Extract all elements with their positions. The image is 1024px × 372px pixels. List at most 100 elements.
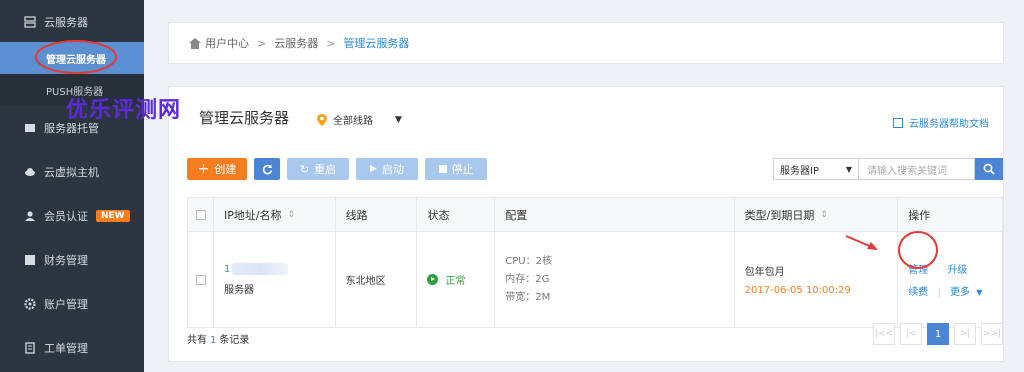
sidebar: 云服务器 管理云服务器 PUSH服务器 服务器托管 云虚拟主机 会员认证 NEW… [0, 0, 144, 372]
breadcrumb-home[interactable]: 用户中心 [205, 35, 249, 51]
header-expire[interactable]: 类型/到期日期 ⇕ [735, 198, 899, 231]
memory-spec: 内存：2G [505, 273, 550, 285]
sort-icon[interactable]: ⇕ [288, 210, 296, 220]
row-select-cell [188, 232, 214, 327]
pagination: |<< |< 1 >| >>| [873, 323, 1003, 345]
sidebar-item-cloud-server[interactable]: 云服务器 [0, 0, 144, 44]
sidebar-item-tickets[interactable]: 工单管理 [0, 326, 144, 370]
sidebar-item-finance[interactable]: 财务管理 [0, 238, 144, 282]
stop-label: 停止 [451, 163, 474, 176]
restart-label: 重启 [314, 163, 337, 176]
start-button[interactable]: ▶ 启动 [356, 158, 418, 180]
start-label: 启动 [381, 163, 404, 176]
stop-icon [438, 165, 447, 173]
create-label: 创建 [214, 163, 237, 176]
region-label: 全部线路 [333, 116, 373, 127]
user-icon [25, 211, 35, 221]
plus-icon: + [197, 161, 210, 177]
status-badge: 正常 [427, 272, 465, 287]
manage-link[interactable]: 管理 [908, 265, 928, 276]
running-icon [427, 274, 439, 285]
breadcrumb-current: 管理云服务器 [343, 37, 410, 50]
search-bar: 服务器IP ▼ 请输入搜索关键词 [773, 158, 1003, 180]
refresh-button[interactable] [254, 158, 280, 180]
line-value: 东北地区 [345, 276, 386, 287]
search-icon [983, 163, 995, 175]
server-list-panel: 管理云服务器 全部线路 ▼ 云服务器帮助文档 + 创建 ↻ 重启 ▶ 启动 停止 [168, 86, 1004, 362]
breadcrumb-separator: > [326, 36, 336, 50]
breadcrumb-separator: > [257, 36, 267, 50]
play-icon: ▶ [370, 164, 377, 174]
first-page-button[interactable]: |<< [873, 323, 895, 345]
sidebar-item-account[interactable]: 账户管理 [0, 282, 144, 326]
sidebar-item-label: 财务管理 [44, 254, 88, 267]
record-count-suffix: 条记录 [219, 335, 250, 346]
stop-button[interactable]: 停止 [425, 158, 487, 180]
status-cell: 正常 [417, 232, 496, 327]
server-table: IP地址/名称 ⇕ 线路 状态 配置 类型/到期日期 ⇕ 操作 1 服务器 东北地区… [187, 197, 1003, 328]
location-pin-icon [317, 113, 327, 126]
cloud-icon [25, 168, 35, 176]
search-input[interactable]: 请输入搜索关键词 [859, 158, 975, 180]
ip-name-cell: 1 服务器 [214, 232, 336, 327]
prev-page-button[interactable]: |< [900, 323, 922, 345]
sidebar-item-label: 会员认证 [44, 210, 88, 223]
wallet-icon [25, 255, 35, 265]
select-all-checkbox[interactable] [196, 209, 206, 220]
config-cell: CPU：2核 内存：2G 带宽：2M [495, 232, 735, 327]
header-label: 操作 [908, 208, 931, 222]
create-button[interactable]: + 创建 [187, 158, 247, 180]
sidebar-item-member-verify[interactable]: 会员认证 NEW [0, 194, 144, 238]
restart-button[interactable]: ↻ 重启 [287, 158, 349, 180]
chevron-down-icon: ▼ [395, 114, 402, 125]
server-name: 服务器 [223, 285, 254, 296]
table-header: IP地址/名称 ⇕ 线路 状态 配置 类型/到期日期 ⇕ 操作 [187, 198, 1003, 232]
header-label: 状态 [427, 208, 450, 222]
bandwidth-spec: 带宽：2M [505, 291, 551, 303]
sidebar-subitem-manage-cloud-server[interactable]: 管理云服务器 [0, 42, 144, 74]
document-icon [893, 117, 903, 128]
next-page-button[interactable]: >| [954, 323, 976, 345]
header-config: 配置 [495, 198, 735, 231]
chevron-down-icon: ▼ [976, 288, 983, 297]
gear-icon [24, 298, 36, 310]
server-ip-link[interactable]: 1 [224, 264, 230, 275]
toolbar: + 创建 ↻ 重启 ▶ 启动 停止 [187, 158, 487, 180]
header-ip[interactable]: IP地址/名称 ⇕ [214, 198, 336, 231]
header-status: 状态 [417, 198, 496, 231]
expire-date: 2017-06-05 10:00:29 [744, 285, 851, 296]
page-number-button[interactable]: 1 [927, 323, 949, 345]
help-doc-link[interactable]: 云服务器帮助文档 [893, 115, 989, 130]
rack-icon [25, 124, 35, 132]
search-field-select[interactable]: 服务器IP ▼ [773, 158, 859, 180]
row-checkbox[interactable] [196, 274, 206, 285]
cpu-spec: CPU：2核 [505, 255, 552, 267]
breadcrumb: 用户中心 > 云服务器 > 管理云服务器 [168, 22, 1004, 64]
region-dropdown[interactable]: 全部线路 ▼ [317, 112, 402, 127]
page-title: 管理云服务器 [199, 109, 290, 127]
search-button[interactable] [975, 158, 1003, 180]
server-icon [24, 16, 36, 28]
search-placeholder: 请输入搜索关键词 [867, 165, 947, 177]
record-count-prefix: 共有 [187, 335, 207, 346]
home-icon [189, 37, 201, 49]
sort-icon[interactable]: ⇕ [820, 210, 828, 220]
breadcrumb-cloud-server[interactable]: 云服务器 [274, 35, 318, 51]
sidebar-item-virtual-host[interactable]: 云虚拟主机 [0, 150, 144, 194]
action-divider: | [937, 287, 941, 298]
sidebar-item-label: 工单管理 [44, 342, 88, 355]
sidebar-subitem-label: 管理云服务器 [46, 54, 106, 66]
header-line: 线路 [336, 198, 418, 231]
last-page-button[interactable]: >>| [981, 323, 1003, 345]
upgrade-link[interactable]: 升级 [947, 265, 967, 276]
search-field-label: 服务器IP [780, 165, 819, 177]
renew-link[interactable]: 续费 [908, 287, 928, 298]
redacted-ip [232, 263, 289, 275]
header-label: 配置 [505, 208, 528, 222]
actions-cell: 管理 升级 续费 | 更多 ▼ [898, 232, 1002, 327]
sidebar-item-label: 云虚拟主机 [44, 166, 99, 179]
table-row: 1 服务器 东北地区 正常 CPU：2核 内存：2G 带宽：2M 包年包月 20… [187, 232, 1003, 328]
more-dropdown[interactable]: 更多 [950, 287, 970, 298]
header-label: IP地址/名称 [223, 208, 282, 222]
sidebar-item-label: 账户管理 [44, 298, 88, 311]
